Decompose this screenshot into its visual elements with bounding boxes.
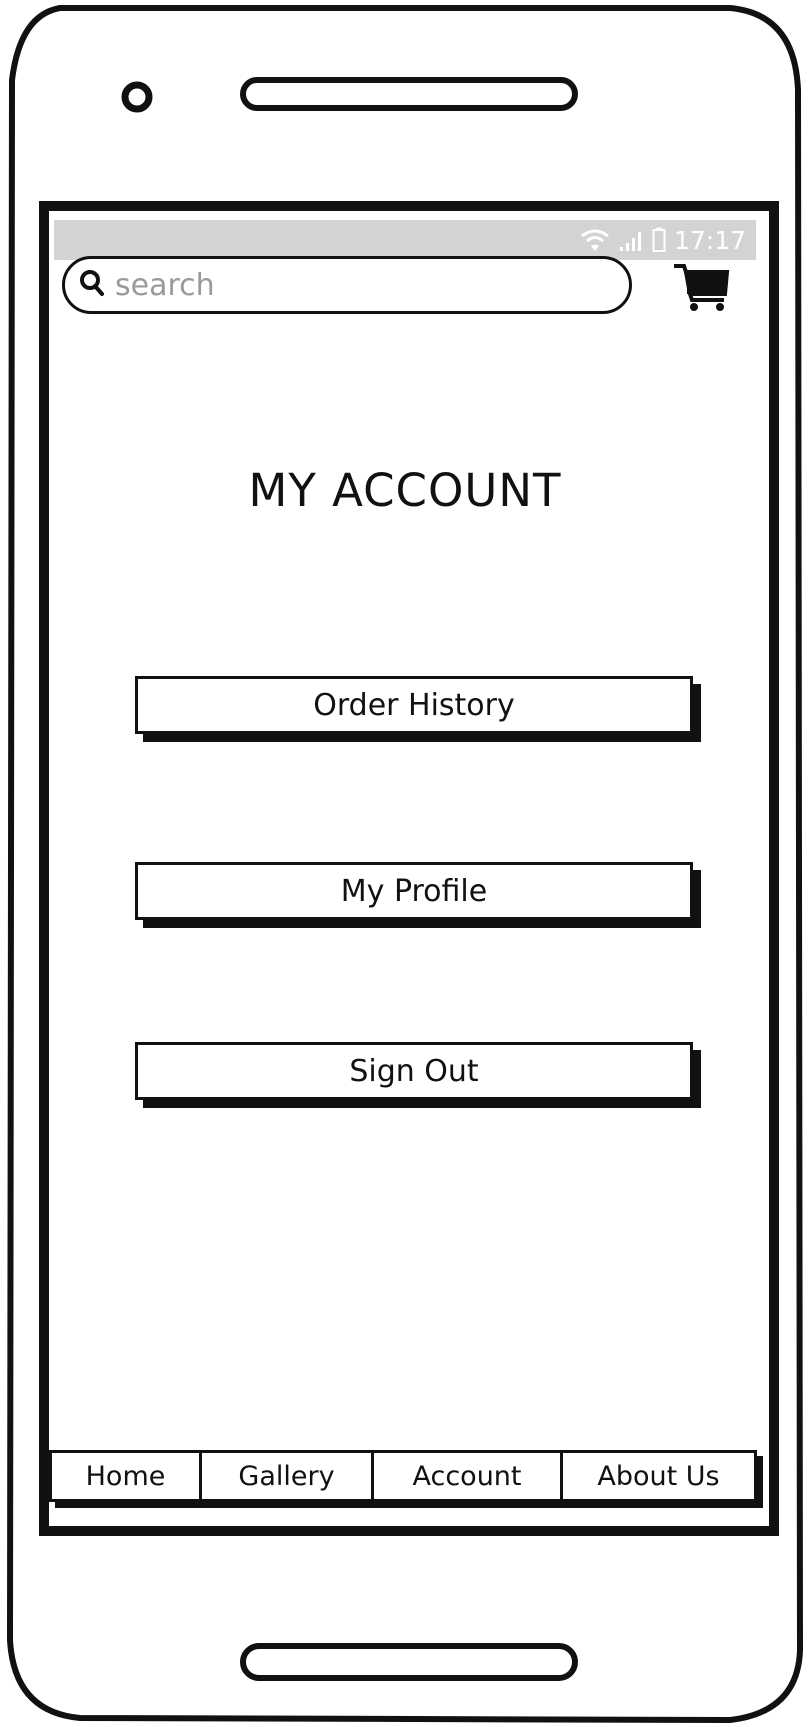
wifi-icon xyxy=(580,228,610,252)
my-profile-button[interactable]: My Profile xyxy=(135,862,693,920)
order-history-button[interactable]: Order History xyxy=(135,676,693,734)
cart-button[interactable] xyxy=(672,262,730,312)
sign-out-button[interactable]: Sign Out xyxy=(135,1042,693,1100)
bottom-tab-bar: Home Gallery Account About Us xyxy=(49,1450,757,1502)
search-bar[interactable] xyxy=(62,256,632,314)
status-time: 17:17 xyxy=(673,225,746,255)
search-icon xyxy=(79,269,105,301)
page-title: MY ACCOUNT xyxy=(248,464,562,517)
status-indicators: 17:17 xyxy=(580,220,746,260)
status-bar: 17:17 xyxy=(54,220,756,260)
tab-home[interactable]: Home xyxy=(52,1453,202,1499)
bottom-speaker xyxy=(240,1643,578,1681)
battery-icon xyxy=(652,227,666,253)
signal-icon xyxy=(618,228,644,252)
search-input[interactable] xyxy=(113,266,557,304)
front-camera xyxy=(121,81,153,113)
cart-icon xyxy=(674,264,730,311)
top-speaker xyxy=(240,77,578,111)
tab-gallery[interactable]: Gallery xyxy=(202,1453,374,1499)
tab-account[interactable]: Account xyxy=(374,1453,563,1499)
tab-about-us[interactable]: About Us xyxy=(563,1453,754,1499)
